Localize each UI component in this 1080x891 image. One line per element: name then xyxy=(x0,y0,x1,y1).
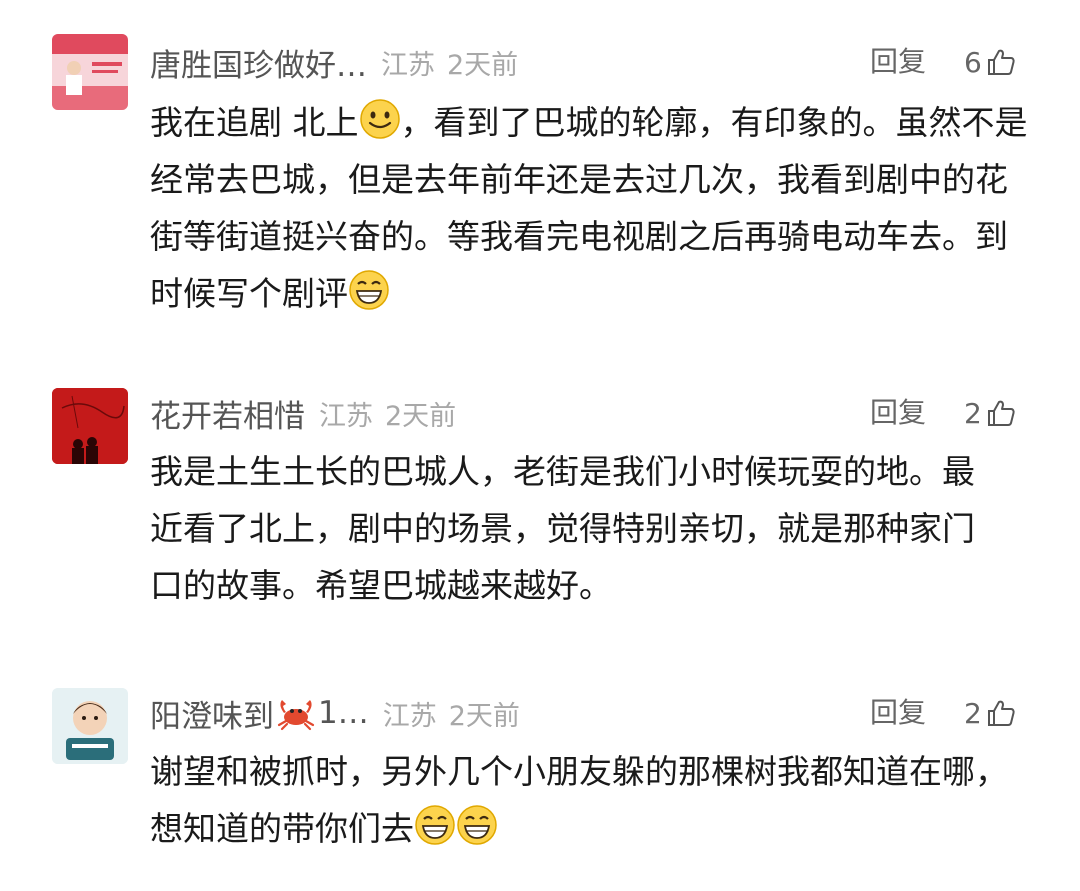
text-part: 我在追剧 北上 xyxy=(150,103,359,142)
crab-emoji xyxy=(277,700,315,731)
comment-text: 我在追剧 北上 ，看到了巴城的轮廓，有印象的。虽然不是经常去巴城，但是去年前年还是… xyxy=(150,94,1030,322)
thumbs-up-icon xyxy=(987,700,1015,726)
location: 江苏 xyxy=(382,700,437,732)
timestamp: 2天前 xyxy=(447,49,519,81)
like-count: 2 xyxy=(964,696,982,730)
reply-button[interactable]: 回复 xyxy=(870,388,926,438)
like-button[interactable]: 6 xyxy=(964,37,1016,87)
text-part: 我是土生土长的巴城人，老街是我们小时候玩耍的地。最近看了北上，剧中的场景，觉得特… xyxy=(150,452,975,605)
username[interactable]: 花开若相惜 xyxy=(150,391,305,436)
username[interactable]: 阳澄味到 xyxy=(150,691,274,736)
reply-button[interactable]: 回复 xyxy=(870,37,926,87)
grin-emoji xyxy=(349,270,389,310)
comment-text: 我是土生土长的巴城人，老街是我们小时候玩耍的地。最近看了北上，剧中的场景，觉得特… xyxy=(150,443,990,614)
smile-emoji xyxy=(359,99,400,139)
like-count: 6 xyxy=(964,45,982,79)
thumbs-up-icon xyxy=(987,49,1015,75)
thumbs-up-icon xyxy=(987,400,1015,426)
timestamp: 2天前 xyxy=(448,700,520,732)
grin-emoji xyxy=(415,805,455,845)
like-button[interactable]: 2 xyxy=(964,388,1016,438)
comment-header: 花开若相惜 江苏 2天前 xyxy=(150,388,456,438)
username-suffix[interactable]: 1… xyxy=(318,695,369,731)
username[interactable]: 唐胜国珍做好… xyxy=(150,40,367,85)
avatar[interactable] xyxy=(52,688,128,764)
location: 江苏 xyxy=(381,49,435,81)
reply-button[interactable]: 回复 xyxy=(870,688,926,738)
avatar[interactable] xyxy=(52,34,128,110)
like-count: 2 xyxy=(964,396,982,430)
comment-header: 唐胜国珍做好… 江苏 2天前 xyxy=(150,37,518,87)
comment-text: 谢望和被抓时，另外几个小朋友躲的那棵树我都知道在哪，想知道的带你们去 xyxy=(150,743,1030,857)
location: 江苏 xyxy=(319,400,373,432)
comment-header: 阳澄味到 1… 江苏 2天前 xyxy=(150,688,520,738)
avatar[interactable] xyxy=(52,388,128,464)
timestamp: 2天前 xyxy=(385,400,457,432)
text-part: 谢望和被抓时，另外几个小朋友躲的那棵树我都知道在哪，想知道的带你们去 xyxy=(150,752,1008,848)
like-button[interactable]: 2 xyxy=(964,688,1016,738)
grin-emoji xyxy=(457,805,497,845)
